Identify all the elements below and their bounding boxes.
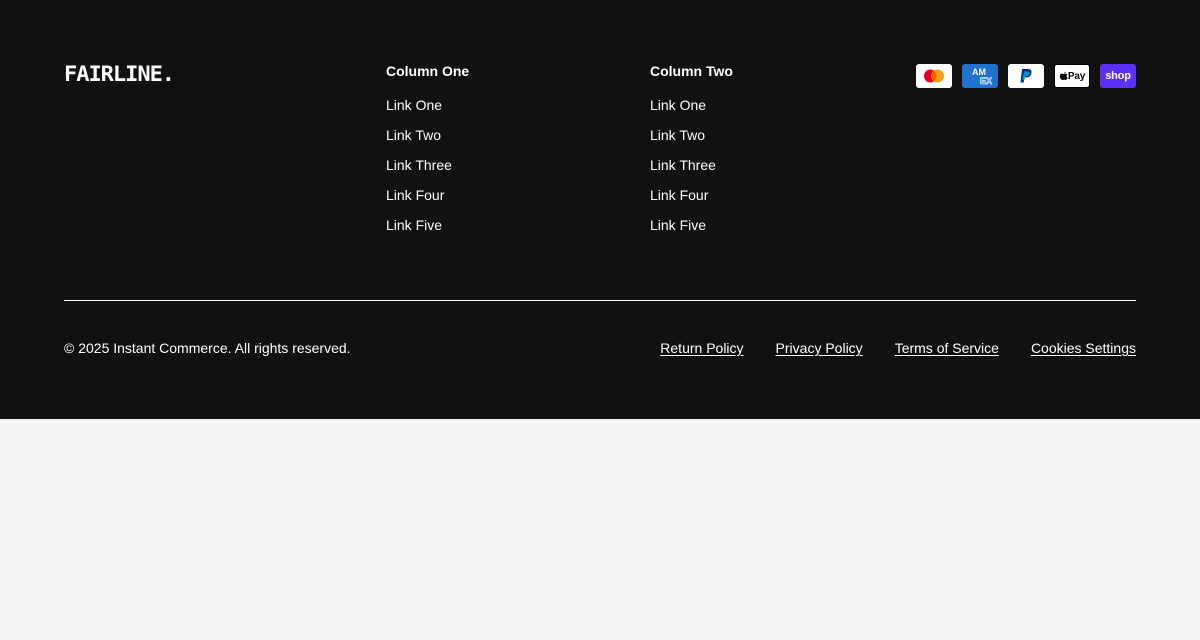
cookies-settings-link[interactable]: Cookies Settings: [1031, 339, 1136, 357]
footer-link[interactable]: Link Four: [650, 187, 708, 203]
terms-of-service-link[interactable]: Terms of Service: [895, 339, 999, 357]
amex-mark-icon: AM EX: [972, 67, 992, 86]
column-title: Column One: [386, 63, 470, 79]
footer-link[interactable]: Link Five: [386, 217, 442, 233]
link-list: Link One Link Two Link Three Link Four L…: [650, 90, 733, 240]
list-item: Link Four: [386, 180, 469, 210]
brand-logo[interactable]: FAIRLINE.: [64, 62, 175, 86]
list-item: Link Four: [650, 180, 733, 210]
list-item: Link One: [386, 90, 469, 120]
svg-text:EX: EX: [980, 76, 992, 86]
legal-links: Return Policy Privacy Policy Terms of Se…: [660, 339, 1136, 357]
column-title: Column Two: [650, 63, 733, 79]
list-item: Link One: [650, 90, 733, 120]
paypal-p-icon: [1020, 69, 1032, 83]
paypal-icon: [1008, 64, 1044, 88]
footer-link[interactable]: Link Three: [386, 157, 452, 173]
mastercard-circles-icon: [924, 69, 944, 83]
footer-link[interactable]: Link Five: [650, 217, 706, 233]
page-background: [0, 419, 1200, 640]
shop-pay-icon: shop: [1100, 64, 1136, 88]
footer-link[interactable]: Link One: [650, 97, 706, 113]
shop-pay-label: shop: [1105, 70, 1131, 82]
list-item: Link Two: [386, 120, 469, 150]
footer-column-one: Column One Link One Link Two Link Three …: [386, 62, 469, 240]
list-item: Link Five: [650, 210, 733, 240]
payment-methods: AM EX Pay shop: [916, 64, 1136, 88]
amex-icon: AM EX: [962, 64, 998, 88]
apple-pay-label: Pay: [1067, 70, 1086, 82]
mastercard-icon: [916, 64, 952, 88]
footer-link[interactable]: Link Three: [650, 157, 716, 173]
link-list: Link One Link Two Link Three Link Four L…: [386, 90, 469, 240]
list-item: Link Three: [650, 150, 733, 180]
footer-link[interactable]: Link One: [386, 97, 442, 113]
footer-link[interactable]: Link Two: [386, 127, 441, 143]
site-footer: FAIRLINE. Column One Link One Link Two L…: [0, 0, 1200, 419]
copyright-text: © 2025 Instant Commerce. All rights rese…: [64, 340, 351, 356]
return-policy-link[interactable]: Return Policy: [660, 339, 743, 357]
footer-column-two: Column Two Link One Link Two Link Three …: [650, 62, 733, 240]
apple-pay-icon: Pay: [1054, 64, 1090, 88]
privacy-policy-link[interactable]: Privacy Policy: [776, 339, 863, 357]
footer-divider: [64, 300, 1136, 301]
list-item: Link Five: [386, 210, 469, 240]
footer-link[interactable]: Link Four: [386, 187, 444, 203]
list-item: Link Three: [386, 150, 469, 180]
apple-logo-icon: [1059, 71, 1068, 80]
list-item: Link Two: [650, 120, 733, 150]
footer-link[interactable]: Link Two: [650, 127, 705, 143]
